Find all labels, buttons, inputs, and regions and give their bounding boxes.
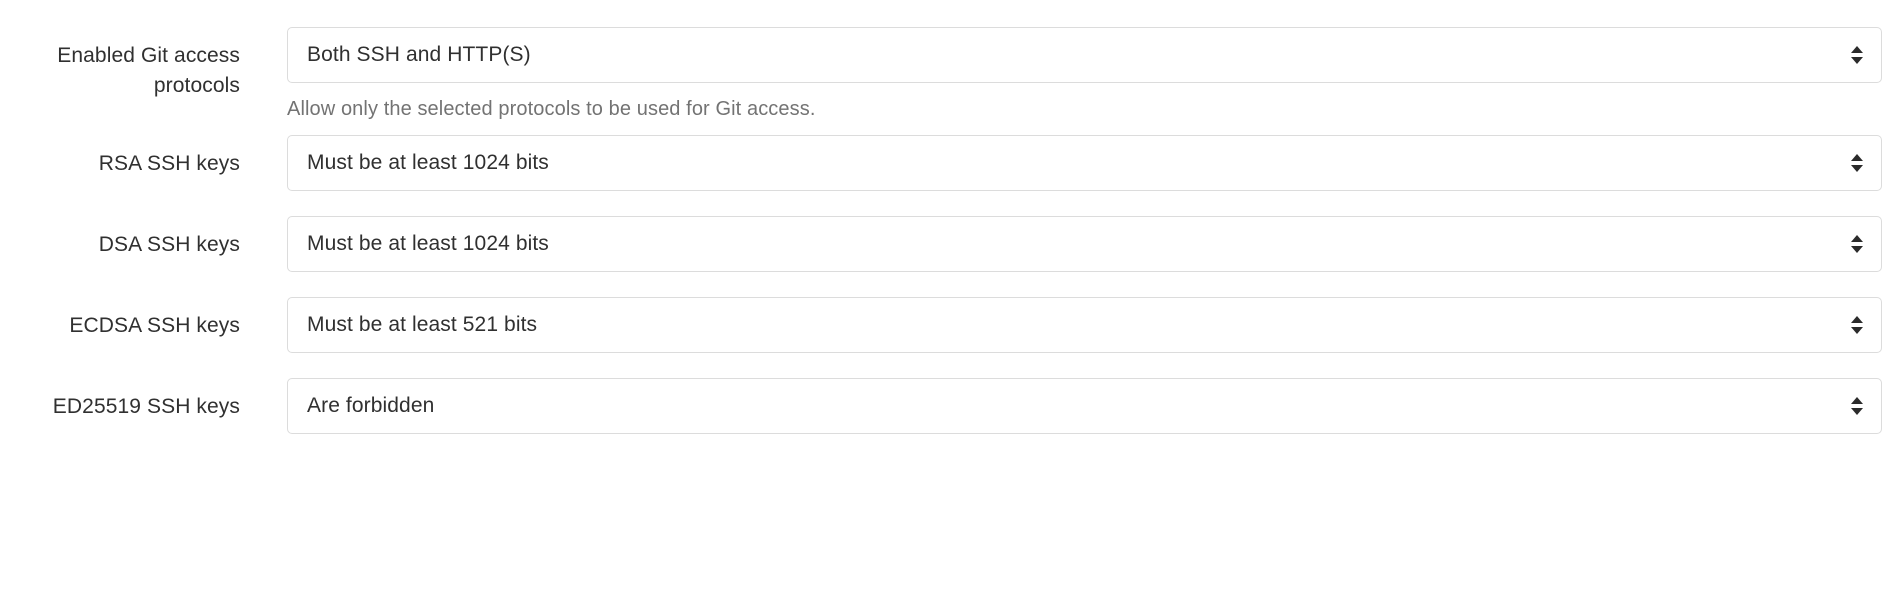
- sort-arrows-icon: [1850, 229, 1864, 259]
- sort-arrows-icon: [1850, 310, 1864, 340]
- arrow-up-icon: [1851, 235, 1863, 242]
- control-col: Must be at least 1024 bits: [240, 135, 1898, 191]
- label-col: RSA SSH keys: [0, 135, 240, 179]
- select-value-git-protocols: Both SSH and HTTP(S): [307, 43, 531, 66]
- form-row-git-protocols: Enabled Git access protocols Both SSH an…: [0, 27, 1898, 123]
- control-col: Are forbidden: [240, 378, 1898, 434]
- field-label-ed25519-ssh-keys: ED25519 SSH keys: [52, 395, 240, 418]
- arrow-down-icon: [1851, 246, 1863, 253]
- label-col: ECDSA SSH keys: [0, 297, 240, 341]
- label-col: ED25519 SSH keys: [0, 378, 240, 422]
- select-wrapper-ed25519-ssh-keys: Are forbidden: [287, 378, 1882, 434]
- field-label-dsa-ssh-keys: DSA SSH keys: [98, 233, 240, 256]
- form-row-ed25519-ssh-keys: ED25519 SSH keys Are forbidden: [0, 378, 1898, 434]
- help-text-git-protocols: Allow only the selected protocols to be …: [287, 98, 816, 120]
- control-col: Must be at least 1024 bits: [240, 216, 1898, 272]
- select-wrapper-ecdsa-ssh-keys: Must be at least 521 bits: [287, 297, 1882, 353]
- select-value-ed25519-ssh-keys: Are forbidden: [307, 394, 435, 417]
- arrow-up-icon: [1851, 397, 1863, 404]
- arrow-up-icon: [1851, 316, 1863, 323]
- sort-arrows-icon: [1850, 148, 1864, 178]
- arrow-down-icon: [1851, 165, 1863, 172]
- select-rsa-ssh-keys[interactable]: Must be at least 1024 bits: [287, 135, 1882, 191]
- select-value-dsa-ssh-keys: Must be at least 1024 bits: [307, 232, 549, 255]
- form-row-rsa-ssh-keys: RSA SSH keys Must be at least 1024 bits: [0, 135, 1898, 191]
- label-col: DSA SSH keys: [0, 216, 240, 260]
- select-wrapper-dsa-ssh-keys: Must be at least 1024 bits: [287, 216, 1882, 272]
- field-label-rsa-ssh-keys: RSA SSH keys: [98, 152, 240, 175]
- form-row-ecdsa-ssh-keys: ECDSA SSH keys Must be at least 521 bits: [0, 297, 1898, 353]
- select-git-protocols[interactable]: Both SSH and HTTP(S): [287, 27, 1882, 83]
- select-wrapper-rsa-ssh-keys: Must be at least 1024 bits: [287, 135, 1882, 191]
- sort-arrows-icon: [1850, 40, 1864, 70]
- label-col: Enabled Git access protocols: [0, 27, 240, 101]
- select-dsa-ssh-keys[interactable]: Must be at least 1024 bits: [287, 216, 1882, 272]
- select-value-rsa-ssh-keys: Must be at least 1024 bits: [307, 151, 549, 174]
- select-value-ecdsa-ssh-keys: Must be at least 521 bits: [307, 313, 538, 336]
- arrow-down-icon: [1851, 327, 1863, 334]
- select-wrapper-git-protocols: Both SSH and HTTP(S): [287, 27, 1882, 83]
- git-access-settings-form: Enabled Git access protocols Both SSH an…: [0, 0, 1898, 434]
- field-label-ecdsa-ssh-keys: ECDSA SSH keys: [69, 314, 240, 337]
- arrow-up-icon: [1851, 154, 1863, 161]
- form-row-dsa-ssh-keys: DSA SSH keys Must be at least 1024 bits: [0, 216, 1898, 272]
- control-col: Both SSH and HTTP(S) Allow only the sele…: [240, 27, 1898, 123]
- arrow-down-icon: [1851, 408, 1863, 415]
- select-ecdsa-ssh-keys[interactable]: Must be at least 521 bits: [287, 297, 1882, 353]
- arrow-up-icon: [1851, 46, 1863, 53]
- select-ed25519-ssh-keys[interactable]: Are forbidden: [287, 378, 1882, 434]
- sort-arrows-icon: [1850, 391, 1864, 421]
- control-col: Must be at least 521 bits: [240, 297, 1898, 353]
- arrow-down-icon: [1851, 57, 1863, 64]
- field-label-git-protocols: Enabled Git access protocols: [57, 44, 240, 97]
